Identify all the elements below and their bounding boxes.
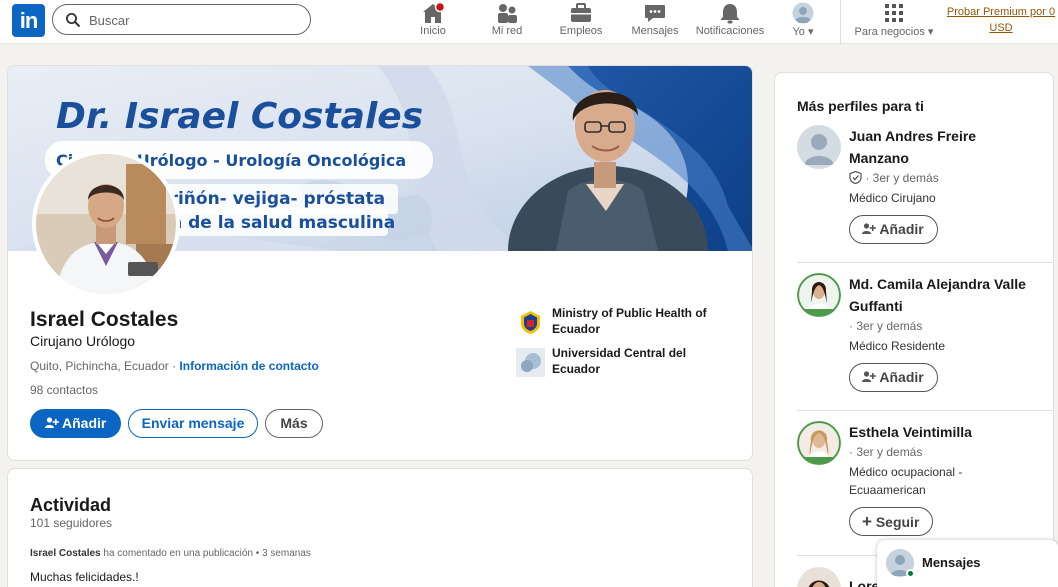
divider [797,262,1053,263]
person-description: Médico ocupacional - Ecuaamerican [849,465,963,497]
add-person-icon [862,371,876,382]
connections-count[interactable]: 98 contactos [30,383,98,397]
profile-headline: Cirujano Urólogo [30,333,136,349]
nav-home-label: Inicio [420,25,446,37]
university-logo [516,348,545,377]
activity-card: Actividad 101 seguidores Israel Costales… [7,468,753,587]
nav-notifications[interactable]: Notificaciones [694,0,766,44]
org-ministry-name: Ministry of Public Health of Ecuador [552,306,707,336]
plus-icon: + [862,512,872,531]
profile-name: Israel Costales [30,308,179,331]
avatar [792,2,814,24]
activity-text[interactable]: Muchas felicidades.! [30,570,139,584]
activity-author[interactable]: Israel Costales [30,548,101,559]
sidebar-title: Más perfiles para ti [797,98,924,114]
nav-network-label: Mi red [491,25,523,37]
divider [797,410,1053,411]
contact-info-link[interactable]: Información de contacto [179,359,318,373]
people-sidebar: Más perfiles para ti Juan Andres Freire … [774,72,1054,587]
add-person-button[interactable]: Añadir [849,363,938,392]
briefcase-icon [571,3,591,22]
chevron-down-icon: ▾ [807,26,814,38]
avatar[interactable] [797,125,841,169]
activity-meta-text: ha comentado en una publicación • 3 sema… [100,548,311,559]
person-description: Médico Cirujano [849,191,936,205]
nav-me[interactable]: Yo ▾ [786,0,820,44]
add-button-label: Añadir [62,415,107,431]
ministry-logo [516,308,545,337]
avatar[interactable] [797,421,841,465]
nav-jobs-label: Empleos [559,25,603,37]
person-degree: · 3er y demás [849,319,923,333]
nav-divider [840,0,841,44]
search-icon [66,13,81,28]
avatar[interactable] [797,273,841,317]
profile-photo[interactable] [32,150,180,298]
chat-icon [645,5,665,22]
nav-home[interactable]: Inicio [412,0,454,44]
follow-button[interactable]: + Seguir [849,507,934,536]
profile-photo-image [36,154,176,294]
location-text: Quito, Pichincha, Ecuador [30,359,169,373]
nav-business[interactable]: Para negocios ▾ [852,0,936,44]
nav-me-label: Yo ▾ [792,26,814,38]
person-degree: · 3er y demás [849,445,923,459]
list-item: Juan Andres Freire Manzano · 3er y demás… [797,125,1037,255]
banner-title: Dr. Israel Costales [56,96,423,137]
activity-title: Actividad [30,495,112,515]
person-name[interactable]: Md. Camila Alejandra Valle Guffanti [849,273,1039,317]
followers-count: 101 seguidores [30,516,113,530]
person-name[interactable]: Juan Andres Freire Manzano [849,125,1039,169]
add-person-icon [44,417,59,428]
nav-jobs[interactable]: Empleos [559,0,603,44]
search-input[interactable] [89,10,299,30]
add-person-icon [862,223,876,234]
avatar[interactable] [797,567,841,587]
add-button[interactable]: Añadir [30,409,121,438]
home-icon [423,2,445,23]
send-message-button[interactable]: Enviar mensaje [128,409,258,438]
nav-business-label: Para negocios ▾ [854,26,934,38]
nav-notifications-label: Notificaciones [695,25,765,37]
messaging-label: Mensajes [922,555,981,570]
linkedin-logo[interactable]: in [12,4,45,37]
profile-location: Quito, Pichincha, Ecuador · Información … [30,359,319,373]
list-item: Esthela Veintimilla · 3er y demás Médico… [797,421,1037,551]
person-description: Médico Residente [849,339,946,353]
person-degree: · 3er y demás [849,170,939,185]
bell-icon [721,4,739,24]
messaging-bar[interactable]: Mensajes [877,540,1058,587]
org-university-name: Universidad Central del Ecuador [552,346,687,376]
person-name[interactable]: Esthela Veintimilla [849,421,1039,443]
profile-card: Dr. Israel Costales Cirujano Urólogo - U… [7,65,753,461]
activity-meta: Israel Costales ha comentado en una publ… [30,548,311,559]
nav-network[interactable]: Mi red [487,0,527,44]
premium-link[interactable]: Probar Premium por 0 USD [944,4,1058,36]
verified-icon [849,170,862,185]
more-button[interactable]: Más [265,409,323,438]
search-box[interactable] [52,4,311,35]
online-status-icon [906,569,915,578]
nav-messaging[interactable]: Mensajes [631,0,679,44]
top-nav: in Inicio Mi red Empleos Mensajes Notifi… [0,0,1058,44]
nav-messaging-label: Mensajes [631,25,679,37]
grid-icon [885,4,903,22]
add-person-button[interactable]: Añadir [849,215,938,244]
location-separator: · [168,359,180,373]
chevron-down-icon: ▾ [927,26,934,38]
network-icon [498,4,517,23]
list-item: Md. Camila Alejandra Valle Guffanti · 3e… [797,273,1037,403]
